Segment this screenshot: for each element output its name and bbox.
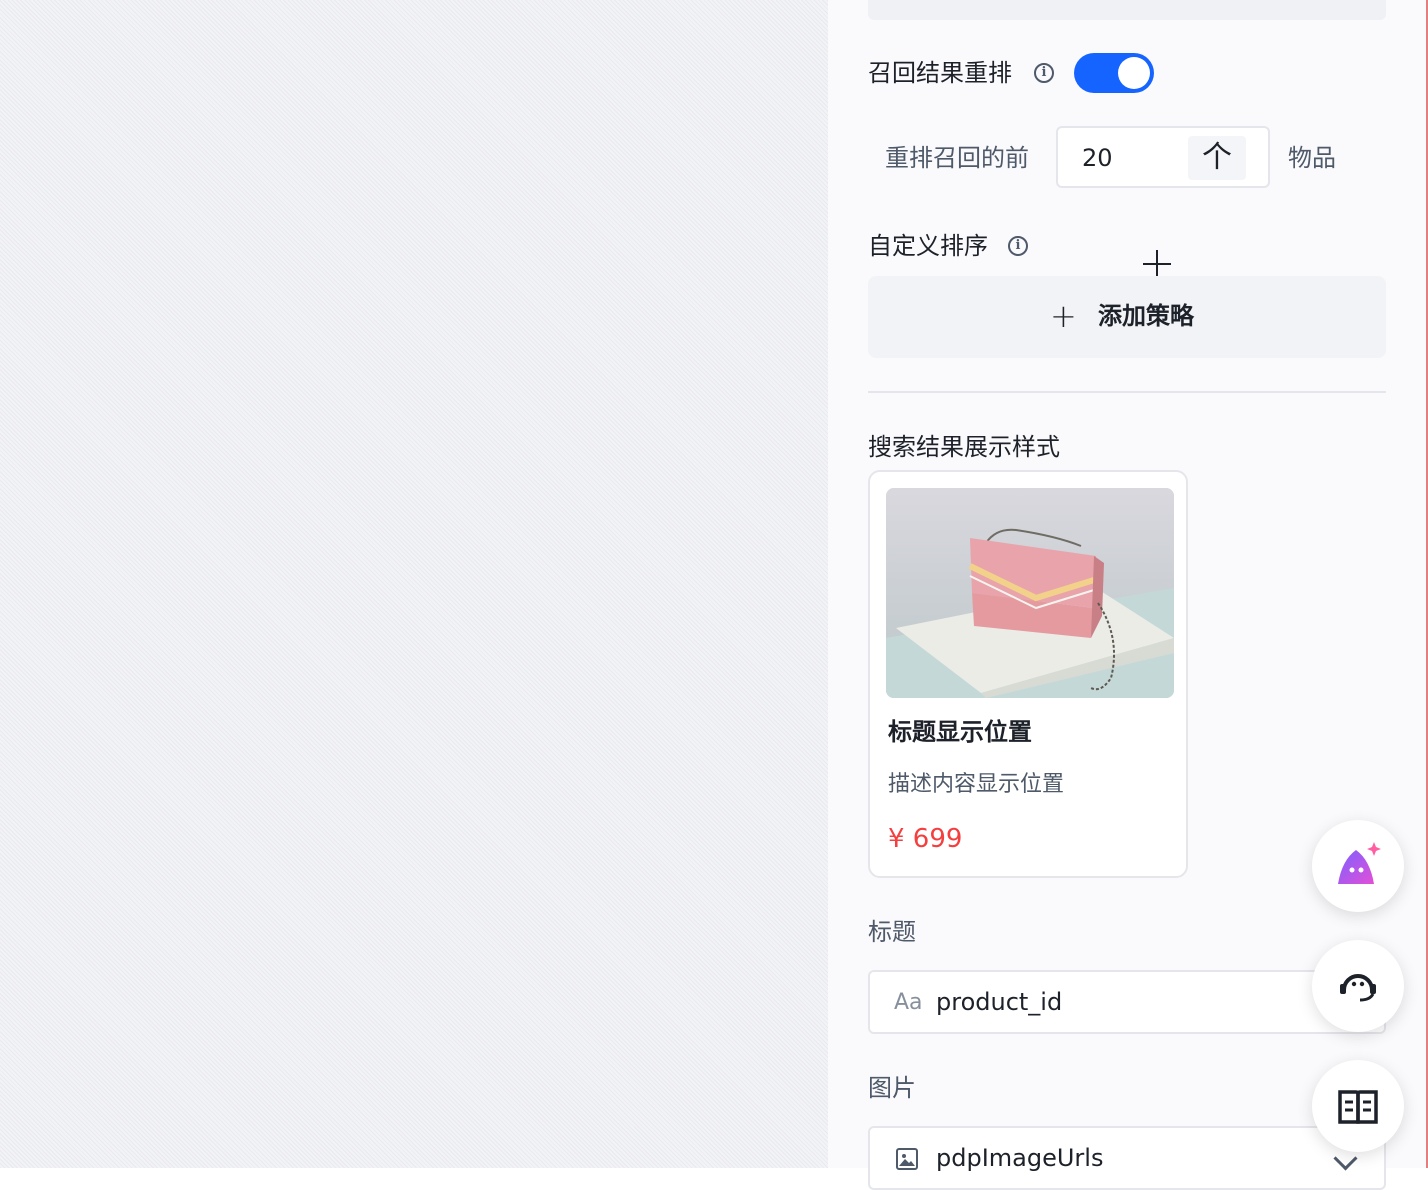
image-field-select[interactable]: pdpImageUrls [868,1126,1386,1190]
card-title: 标题显示位置 [888,718,1032,746]
info-icon[interactable]: i [1008,236,1028,256]
rerank-toggle[interactable] [1074,53,1154,93]
section-divider [868,391,1386,393]
card-description: 描述内容显示位置 [888,772,1065,797]
support-button[interactable] [1312,940,1404,1032]
rerank-top-suffix: 物品 [1288,144,1336,172]
title-field-label: 标题 [868,918,916,946]
support-headset-icon [1340,974,1376,1002]
image-field-value: pdpImageUrls [936,1144,1104,1172]
toggle-knob [1118,57,1150,89]
docs-book-icon [1338,1090,1378,1124]
rerank-top-input[interactable]: 20 个 [1056,126,1270,188]
rerank-top-prefix: 重排召回的前 [885,144,1029,172]
display-style-label: 搜索结果展示样式 [868,433,1060,461]
title-field-value: product_id [936,988,1063,1016]
docs-button[interactable] [1312,1060,1404,1152]
custom-sort-label: 自定义排序 [868,232,988,260]
text-type-icon: Aa [894,990,923,1015]
info-icon[interactable]: i [1034,63,1054,83]
add-strategy-button[interactable]: + 添加策略 [868,276,1386,358]
ai-assistant-button[interactable] [1312,820,1404,912]
product-image [886,488,1174,698]
image-field-label: 图片 [868,1074,916,1102]
rerank-top-value: 20 [1082,144,1113,172]
rerank-label: 召回结果重排 [868,59,1012,87]
crosshair-cursor-icon [1143,250,1171,278]
add-strategy-label: 添加策略 [1098,302,1194,330]
result-preview-card[interactable]: 标题显示位置 描述内容显示位置 ¥ 699 [868,470,1188,878]
title-field-select[interactable]: Aa product_id [868,970,1386,1034]
plus-icon: + [1050,297,1077,335]
previous-section-bottom [868,0,1386,20]
ai-assistant-icon [1338,842,1381,884]
card-price: ¥ 699 [888,824,963,854]
unit-suffix: 个 [1188,136,1246,180]
canvas-background [0,0,828,1168]
image-icon [896,1148,918,1170]
